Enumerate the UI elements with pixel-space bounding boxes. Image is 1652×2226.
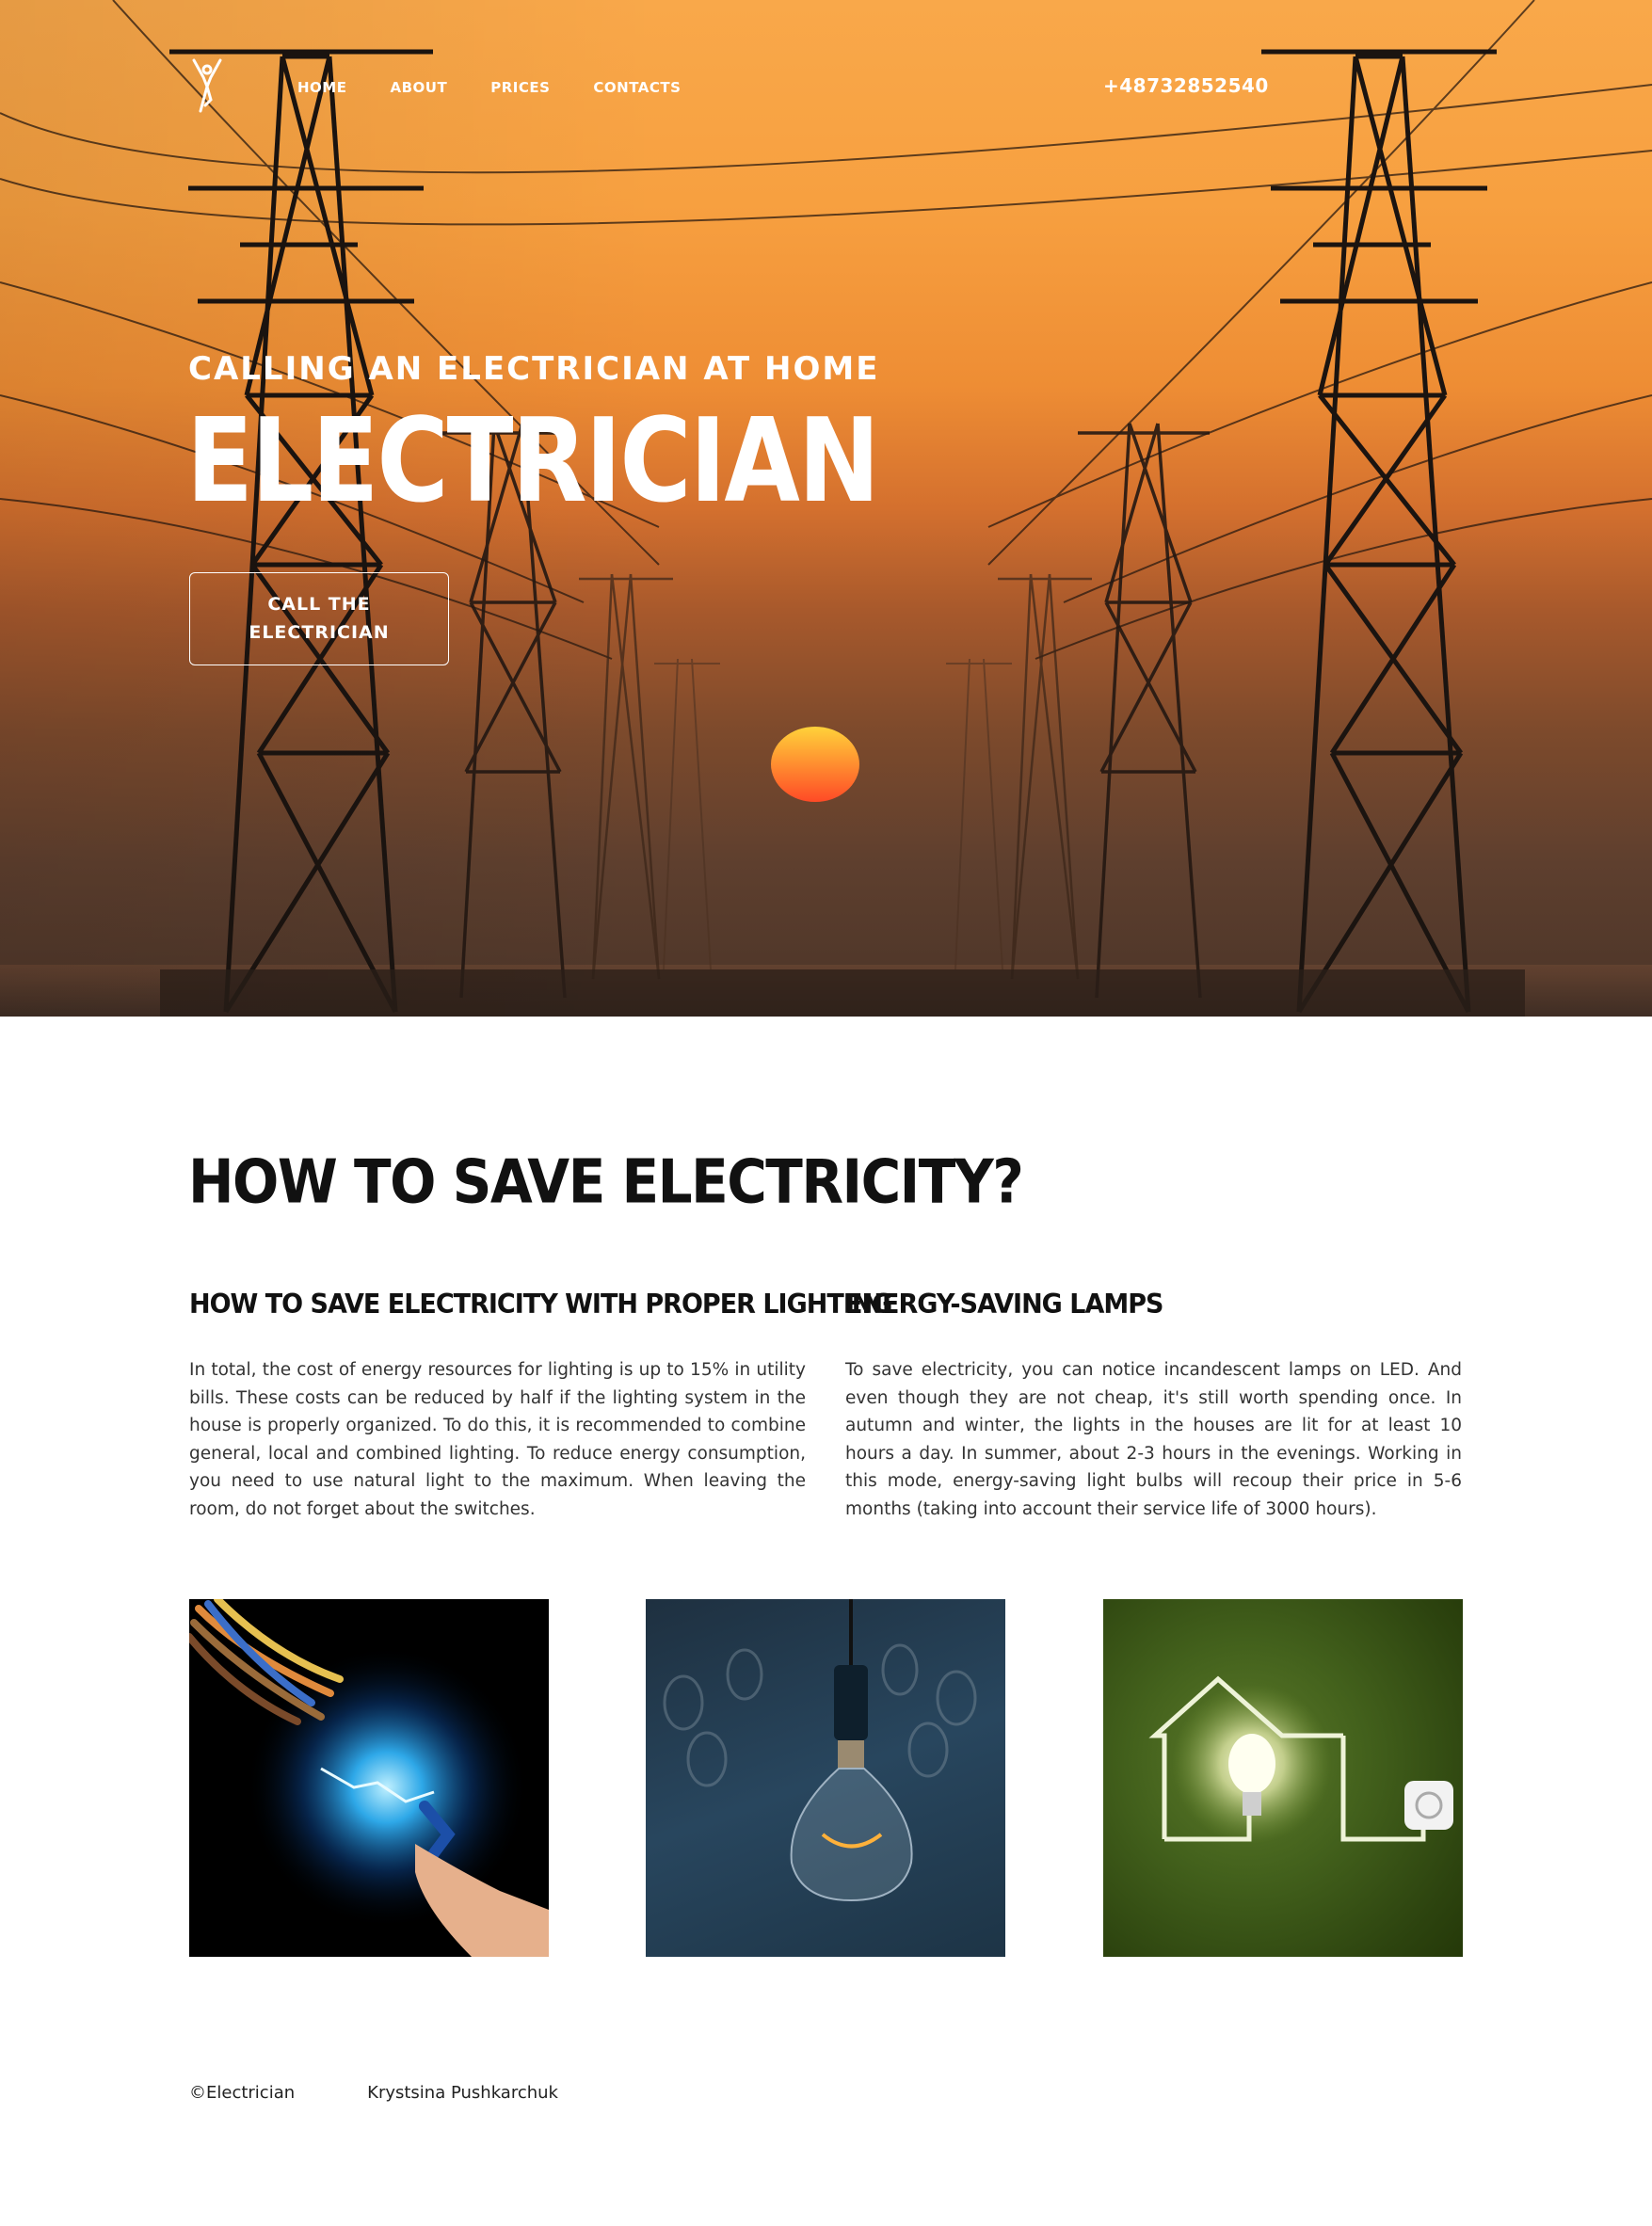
light-bulb-image — [646, 1599, 1005, 1957]
nav-about-link[interactable]: ABOUT — [390, 79, 447, 96]
nav-links: HOME ABOUT PRICES CONTACTS — [297, 79, 724, 96]
hero-section: HOME ABOUT PRICES CONTACTS +48732852540 … — [0, 0, 1652, 1017]
lighting-text: In total, the cost of energy resources f… — [189, 1360, 806, 1519]
footer-copyright: ©Electrician — [189, 2083, 296, 2103]
footer: ©Electrician Krystsina Pushkarchuk — [189, 2083, 558, 2103]
footer-author: Krystsina Pushkarchuk — [367, 2083, 558, 2103]
call-electrician-button[interactable]: CALL THE ELECTRICIAN — [189, 572, 449, 665]
house-bulb-socket-image — [1103, 1599, 1463, 1957]
lamps-text: To save electricity, you can notice inca… — [845, 1360, 1462, 1519]
nav-contacts-link[interactable]: CONTACTS — [593, 79, 681, 96]
lamps-heading: ENERGY-SAVING LAMPS — [845, 1289, 1163, 1321]
lamps-column: ENERGY-SAVING LAMPS To save electricity,… — [845, 1289, 1462, 1524]
phone-number-link[interactable]: +48732852540 — [1103, 74, 1269, 97]
wires-pliers-image — [189, 1599, 549, 1957]
nav-prices-link[interactable]: PRICES — [490, 79, 550, 96]
top-navigation: HOME ABOUT PRICES CONTACTS +48732852540 — [0, 0, 1652, 179]
electrician-logo-icon[interactable] — [188, 58, 226, 115]
hero-subtitle: CALLING AN ELECTRICIAN AT HOME — [188, 350, 880, 388]
lighting-column: HOW TO SAVE ELECTRICITY WITH PROPER LIGH… — [189, 1289, 893, 1524]
nav-home-link[interactable]: HOME — [297, 79, 346, 96]
hero-title: ELECTRICIAN — [186, 392, 880, 529]
save-electricity-title: HOW TO SAVE ELECTRICITY? — [188, 1146, 1024, 1217]
lighting-heading: HOW TO SAVE ELECTRICITY WITH PROPER LIGH… — [189, 1289, 893, 1321]
